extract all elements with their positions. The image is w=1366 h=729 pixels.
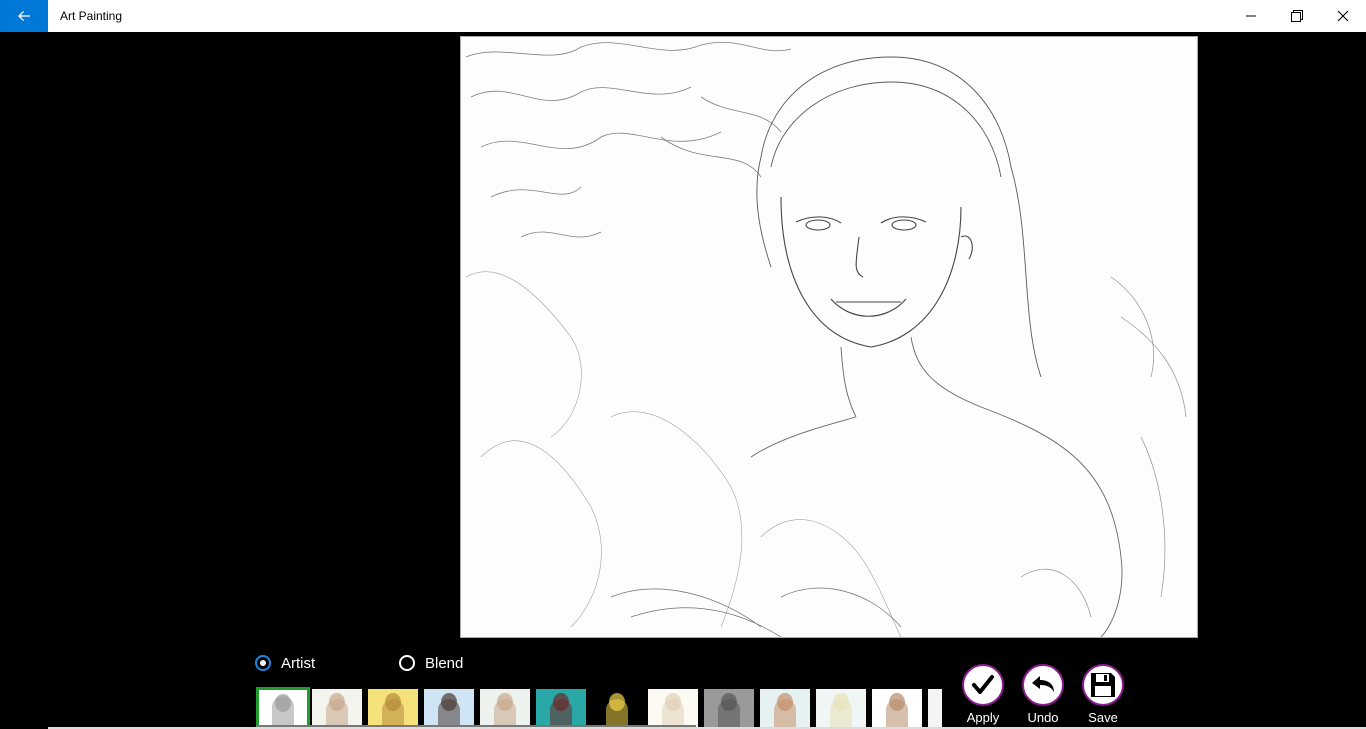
effect-thumbnail-pastel[interactable] (312, 689, 362, 729)
pencil-sketch-illustration (461, 37, 1197, 637)
restore-button[interactable] (1274, 0, 1320, 32)
thumbnail-head (553, 693, 569, 711)
effect-thumbnail-soft[interactable] (480, 689, 530, 729)
app-title: Art Painting (60, 9, 123, 23)
effect-thumbnail-teal[interactable] (536, 689, 586, 729)
back-button[interactable] (0, 0, 48, 32)
save-button[interactable]: Save (1078, 664, 1128, 725)
effect-thumbnail-strip[interactable] (256, 687, 942, 729)
blend-radio-label: Blend (425, 654, 464, 672)
sketch-image (460, 36, 1198, 638)
undo-circle (1022, 664, 1064, 706)
artist-radio[interactable]: Artist (255, 652, 315, 674)
effect-thumbnail-partial[interactable] (928, 689, 942, 729)
thumbnail-head (889, 693, 905, 711)
apply-button[interactable]: Apply (958, 664, 1008, 725)
thumbnail-head (665, 693, 681, 711)
close-icon (1337, 10, 1349, 22)
radio-unselected-icon (399, 655, 415, 671)
save-circle (1082, 664, 1124, 706)
minimize-button[interactable] (1228, 0, 1274, 32)
apply-label: Apply (966, 710, 1000, 725)
thumbnail-head (721, 693, 737, 711)
title-bar: Art Painting (0, 0, 1366, 32)
effect-thumbnail-gray[interactable] (704, 689, 754, 729)
effect-thumbnail-light[interactable] (648, 689, 698, 729)
thumbnail-head (777, 693, 793, 711)
checkmark-icon (972, 675, 994, 694)
effect-thumbnail-pencil[interactable] (256, 687, 310, 729)
artist-radio-label: Artist (281, 654, 316, 672)
floppy-disk-icon (1091, 673, 1115, 697)
thumbnail-head (441, 693, 457, 711)
save-label: Save (1088, 710, 1118, 725)
thumbnail-head (833, 693, 849, 711)
undo-label: Undo (1027, 710, 1059, 725)
thumbnail-head (329, 693, 345, 711)
effect-thumbnail-pop[interactable] (592, 689, 642, 729)
radio-selected-icon (255, 655, 271, 671)
thumbnail-head (385, 693, 401, 711)
undo-icon (1032, 676, 1054, 692)
apply-circle (962, 664, 1004, 706)
thumbnail-head (609, 693, 625, 711)
undo-button[interactable]: Undo (1018, 664, 1068, 725)
blend-radio[interactable]: Blend (399, 652, 463, 674)
effect-thumbnail-white[interactable] (872, 689, 922, 729)
back-arrow-icon (18, 11, 30, 21)
close-button[interactable] (1320, 0, 1366, 32)
thumbnail-head (497, 693, 513, 711)
maximize-icon (1291, 10, 1303, 22)
minimize-icon (1246, 15, 1256, 17)
effect-thumbnail-watercolor[interactable] (760, 689, 810, 729)
effect-thumbnail-yellow[interactable] (368, 689, 418, 729)
thumbnail-head (275, 694, 291, 712)
effect-thumbnail-ink-blue[interactable] (424, 689, 474, 729)
effect-thumbnail-pale[interactable] (816, 689, 866, 729)
